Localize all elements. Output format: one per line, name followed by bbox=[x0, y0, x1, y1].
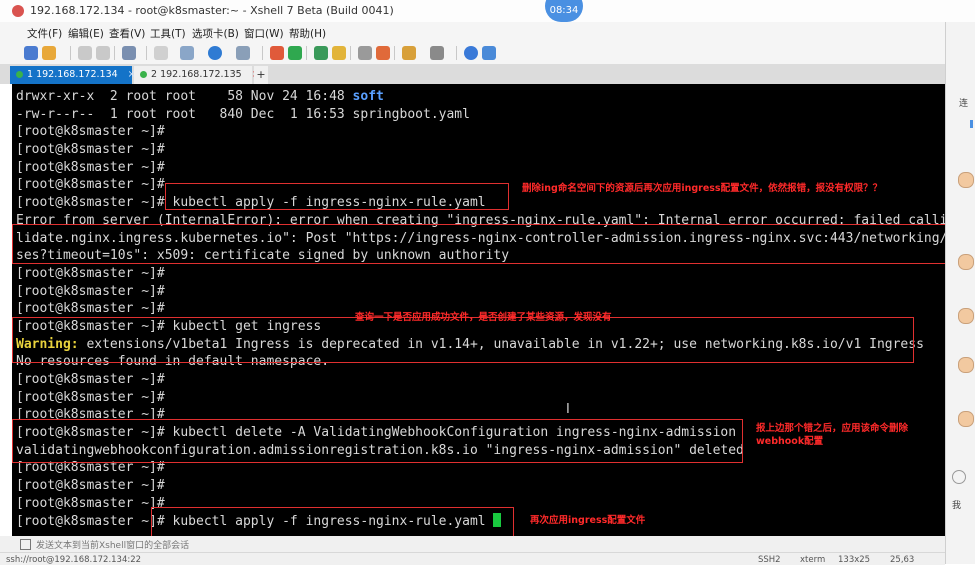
terminal-line: [root@k8smaster ~]# bbox=[16, 477, 945, 495]
menu-file[interactable]: 文件(F) bbox=[27, 26, 62, 41]
toolbar bbox=[0, 42, 945, 65]
terminal-line: [root@k8smaster ~]# bbox=[16, 265, 945, 283]
window-title: 192.168.172.134 - root@k8smaster:~ - Xsh… bbox=[30, 4, 394, 17]
compose-icon[interactable] bbox=[402, 46, 416, 60]
font-icon[interactable] bbox=[236, 46, 250, 60]
terminal-line: [root@k8smaster ~]# bbox=[16, 389, 945, 407]
panel-marker bbox=[970, 120, 973, 128]
terminal-line-text: [root@k8smaster ~]# bbox=[16, 283, 165, 299]
paste-icon[interactable] bbox=[96, 46, 110, 60]
terminal-line: [root@k8smaster ~]# bbox=[16, 283, 945, 301]
tab-label: 1 192.168.172.134 bbox=[27, 69, 118, 80]
find-icon[interactable] bbox=[154, 46, 168, 60]
fullscreen-icon[interactable] bbox=[314, 46, 328, 60]
panel-text: 我 bbox=[952, 501, 962, 511]
help-icon[interactable] bbox=[464, 46, 478, 60]
toolbar-separator bbox=[306, 46, 307, 60]
terminal-line-text: [root@k8smaster ~]# bbox=[16, 389, 165, 405]
directory-name: soft bbox=[352, 89, 384, 104]
tab-session-1[interactable]: 1 192.168.172.134 × bbox=[10, 66, 136, 84]
terminal-line: [root@k8smaster ~]# bbox=[16, 141, 945, 159]
toolbar-separator bbox=[350, 46, 351, 60]
menu-bar: 文件(F) 编辑(E) 查看(V) 工具(T) 选项卡(B) 窗口(W) 帮助(… bbox=[0, 22, 945, 42]
annotation-box bbox=[12, 224, 945, 264]
terminal-line: drwxr-xr-x 2 root root 58 Nov 24 16:48 s… bbox=[16, 88, 945, 106]
connected-status-icon bbox=[16, 71, 23, 78]
terminal-area[interactable]: drwxr-xr-x 2 root root 58 Nov 24 16:48 s… bbox=[12, 84, 945, 536]
terminal-line-text: [root@k8smaster ~]# bbox=[16, 301, 165, 317]
connected-status-icon bbox=[140, 71, 147, 78]
terminal-line-text: [root@k8smaster ~]# bbox=[16, 124, 165, 140]
menu-help[interactable]: 帮助(H) bbox=[289, 26, 326, 41]
terminal-line-text: [root@k8smaster ~]# bbox=[16, 177, 165, 193]
annotation-note: webhook配置 bbox=[756, 436, 824, 447]
text-cursor-icon: I bbox=[566, 402, 570, 417]
annotation-box bbox=[151, 507, 514, 536]
emoji-icon[interactable] bbox=[952, 470, 966, 484]
compose-bar-icon bbox=[20, 539, 31, 550]
menu-tools[interactable]: 工具(T) bbox=[150, 26, 186, 41]
lock-icon[interactable] bbox=[332, 46, 346, 60]
send-text-bar[interactable]: 发送文本到当前Xshell窗口的全部会话 bbox=[0, 536, 945, 552]
clock-badge: 08:34 bbox=[545, 0, 583, 22]
terminal-line-text: [root@k8smaster ~]# bbox=[16, 372, 165, 387]
annotation-box bbox=[12, 317, 914, 363]
toolbar-separator bbox=[394, 46, 395, 60]
menu-tabs[interactable]: 选项卡(B) bbox=[192, 26, 239, 41]
copy-icon[interactable] bbox=[78, 46, 92, 60]
avatar-icon[interactable] bbox=[958, 254, 974, 270]
annotation-note: 再次应用ingress配置文件 bbox=[530, 515, 646, 526]
terminal-line-text: [root@k8smaster ~]# bbox=[16, 265, 165, 281]
terminal-line: [root@k8smaster ~]# bbox=[16, 159, 945, 177]
status-bar: ssh://root@192.168.172.134:22 SSH2 xterm… bbox=[0, 552, 945, 565]
terminal-line-text: [root@k8smaster ~]# bbox=[16, 159, 165, 175]
highlight-icon[interactable] bbox=[376, 46, 390, 60]
tab-session-2[interactable]: 2 192.168.172.135× bbox=[134, 66, 260, 84]
annotation-note: 删除ing命名空间下的资源后再次应用ingress配置文件，依然报错，报没有权限… bbox=[522, 183, 883, 194]
terminal-line: -rw-r--r-- 1 root root 840 Dec 1 16:53 s… bbox=[16, 106, 945, 124]
script-icon[interactable] bbox=[288, 46, 302, 60]
toolbar-separator bbox=[262, 46, 263, 60]
xshell-app-icon bbox=[12, 5, 24, 17]
side-chat-panel: 连 我 bbox=[945, 22, 975, 564]
avatar-icon[interactable] bbox=[958, 308, 974, 324]
terminal-line: [root@k8smaster ~]# bbox=[16, 371, 945, 389]
terminal-line-text: [root@k8smaster ~]# bbox=[16, 142, 165, 158]
toolbar-separator bbox=[70, 46, 71, 60]
new-session-icon[interactable] bbox=[24, 46, 38, 60]
layout-icon[interactable] bbox=[430, 46, 444, 60]
menu-window[interactable]: 窗口(W) bbox=[244, 26, 284, 41]
annotation-note: 报上边那个错之后，应用该命令删除 bbox=[756, 423, 909, 434]
menu-view[interactable]: 查看(V) bbox=[109, 26, 145, 41]
terminal-line-text: [root@k8smaster ~]# bbox=[16, 478, 165, 494]
new-tab-button[interactable]: + bbox=[254, 66, 268, 84]
annotation-box bbox=[12, 419, 743, 463]
terminal-line-text: -rw-r--r-- 1 root root 840 Dec 1 16:53 s… bbox=[16, 106, 470, 122]
send-text-placeholder: 发送文本到当前Xshell窗口的全部会话 bbox=[36, 541, 190, 551]
xftp-icon[interactable] bbox=[270, 46, 284, 60]
terminal-line: [root@k8smaster ~]# bbox=[16, 123, 945, 141]
transfer-icon[interactable] bbox=[180, 46, 194, 60]
title-bar: 192.168.172.134 - root@k8smaster:~ - Xsh… bbox=[0, 0, 975, 23]
menu-edit[interactable]: 编辑(E) bbox=[68, 26, 104, 41]
annotation-note: 查询一下是否应用成功文件，是否创建了某些资源，发现没有 bbox=[355, 312, 612, 323]
chat-icon[interactable] bbox=[482, 46, 496, 60]
open-folder-icon[interactable] bbox=[42, 46, 56, 60]
tab-label: 2 192.168.172.135 bbox=[151, 69, 242, 80]
terminal-line-text: [root@k8smaster ~]# bbox=[16, 495, 165, 511]
panel-text: 连 bbox=[959, 99, 969, 109]
avatar-icon[interactable] bbox=[958, 411, 974, 427]
session-tab-bar: 1 192.168.172.134× 2 192.168.172.135× + bbox=[0, 64, 945, 84]
terminal-line-text: drwxr-xr-x 2 root root 58 Nov 24 16:48 bbox=[16, 89, 353, 104]
toolbar-separator bbox=[146, 46, 147, 60]
properties-icon[interactable] bbox=[122, 46, 136, 60]
keyboard-icon[interactable] bbox=[358, 46, 372, 60]
toolbar-separator bbox=[114, 46, 115, 60]
avatar-icon[interactable] bbox=[958, 172, 974, 188]
globe-icon[interactable] bbox=[208, 46, 222, 60]
avatar-icon[interactable] bbox=[958, 357, 974, 373]
toolbar-separator bbox=[456, 46, 457, 60]
annotation-box bbox=[165, 183, 509, 210]
